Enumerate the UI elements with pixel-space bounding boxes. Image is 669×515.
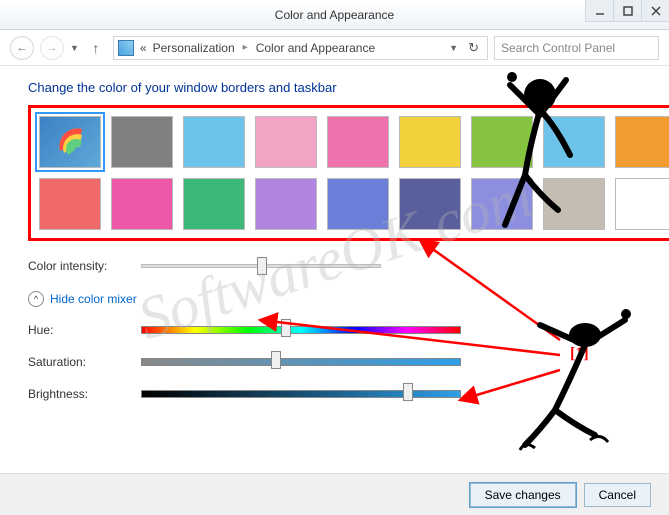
back-button[interactable]: ← <box>10 36 34 60</box>
color-swatch[interactable] <box>543 178 605 230</box>
intensity-label: Color intensity: <box>28 259 133 273</box>
color-swatch[interactable] <box>183 116 245 168</box>
control-panel-icon <box>118 40 134 56</box>
refresh-icon[interactable]: ↻ <box>464 40 483 56</box>
color-swatch[interactable] <box>255 178 317 230</box>
intensity-slider[interactable] <box>141 264 381 268</box>
color-swatch[interactable] <box>111 178 173 230</box>
saturation-row: Saturation: <box>28 355 651 369</box>
breadcrumb-item[interactable]: Personalization <box>153 41 235 55</box>
color-swatch[interactable] <box>327 116 389 168</box>
color-swatch[interactable] <box>111 116 173 168</box>
color-swatch[interactable] <box>183 178 245 230</box>
save-button[interactable]: Save changes <box>470 483 576 507</box>
color-swatch[interactable] <box>543 116 605 168</box>
slider-thumb[interactable] <box>281 319 291 337</box>
search-input[interactable]: Search Control Panel <box>494 36 659 60</box>
brightness-label: Brightness: <box>28 387 133 401</box>
addr-dropdown-icon[interactable]: ▼ <box>449 43 458 53</box>
color-swatch[interactable] <box>255 116 317 168</box>
breadcrumb-prefix: « <box>140 41 147 55</box>
brightness-slider[interactable] <box>141 390 461 398</box>
hue-slider[interactable] <box>141 326 461 334</box>
history-dropdown-icon[interactable]: ▼ <box>70 43 79 53</box>
navbar: ← → ▼ ↑ « Personalization ▸ Color and Ap… <box>0 30 669 66</box>
cancel-button[interactable]: Cancel <box>584 483 651 507</box>
color-mixer-toggle[interactable]: ^ Hide color mixer <box>28 291 651 307</box>
slider-thumb[interactable] <box>271 351 281 369</box>
slider-thumb[interactable] <box>403 383 413 401</box>
intensity-row: Color intensity: <box>28 259 651 273</box>
window-controls <box>585 0 669 22</box>
footer: Save changes Cancel <box>0 473 669 515</box>
annotation-label: [1] <box>570 345 589 363</box>
address-bar[interactable]: « Personalization ▸ Color and Appearance… <box>113 36 488 60</box>
slider-thumb[interactable] <box>257 257 267 275</box>
color-swatch[interactable] <box>471 116 533 168</box>
forward-button[interactable]: → <box>40 36 64 60</box>
hue-label: Hue: <box>28 323 133 337</box>
color-swatch[interactable] <box>615 116 669 168</box>
mixer-toggle-label: Hide color mixer <box>50 292 137 306</box>
color-swatch[interactable] <box>471 178 533 230</box>
main-content: Change the color of your window borders … <box>0 66 669 429</box>
minimize-button[interactable] <box>585 0 613 22</box>
page-heading: Change the color of your window borders … <box>28 80 651 95</box>
controls-area: Color intensity: ^ Hide color mixer Hue:… <box>28 259 651 401</box>
search-placeholder: Search Control Panel <box>501 41 615 55</box>
saturation-slider[interactable] <box>141 358 461 366</box>
titlebar: Color and Appearance <box>0 0 669 30</box>
saturation-label: Saturation: <box>28 355 133 369</box>
color-swatch[interactable] <box>327 178 389 230</box>
up-button[interactable]: ↑ <box>85 37 107 59</box>
color-swatch[interactable] <box>399 178 461 230</box>
color-swatch[interactable] <box>615 178 669 230</box>
color-swatch[interactable] <box>39 116 101 168</box>
maximize-button[interactable] <box>613 0 641 22</box>
chevron-right-icon[interactable]: ▸ <box>241 42 250 53</box>
color-swatch[interactable] <box>39 178 101 230</box>
chevron-up-icon: ^ <box>28 291 44 307</box>
hue-row: Hue: <box>28 323 651 337</box>
close-button[interactable] <box>641 0 669 22</box>
window-title: Color and Appearance <box>275 8 394 22</box>
brightness-row: Brightness: <box>28 387 651 401</box>
breadcrumb-item[interactable]: Color and Appearance <box>256 41 375 55</box>
color-swatch[interactable] <box>399 116 461 168</box>
color-swatch-grid <box>28 105 669 241</box>
